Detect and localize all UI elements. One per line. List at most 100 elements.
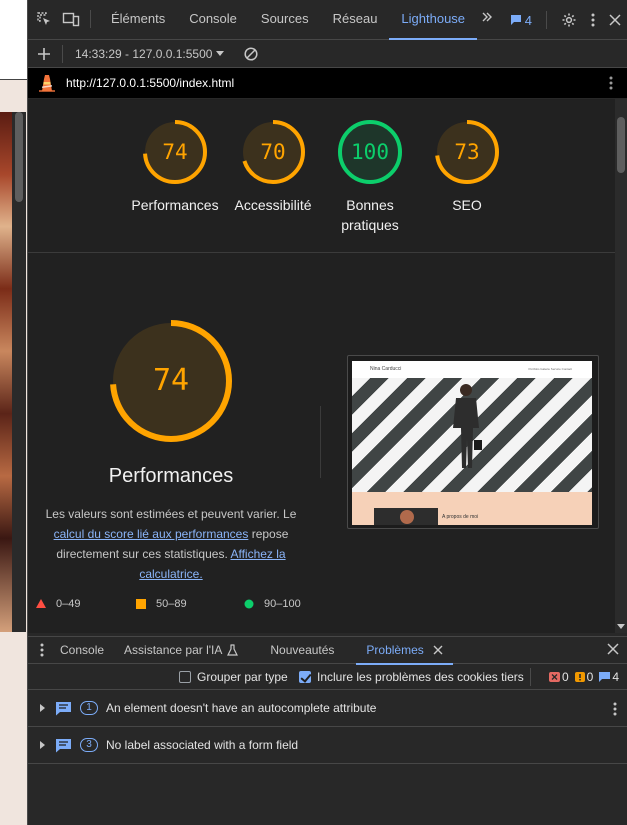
lighthouse-toolbar: 14:33:29 - 127.0.0.1:5500	[28, 40, 627, 68]
screenshot-portrait	[374, 508, 438, 525]
legend-average-range: 50–89	[156, 598, 187, 610]
group-by-type-label: Grouper par type	[197, 670, 288, 684]
drawer-tab-ai-assistance[interactable]: Assistance par l'IA	[114, 636, 248, 664]
score-performance[interactable]: 74 Performances	[120, 119, 230, 215]
include-cookies-checkbox[interactable]	[299, 671, 311, 683]
include-cookies-label: Inclure les problèmes des cookies tiers	[317, 670, 524, 684]
performance-big-gauge: 74	[109, 319, 233, 443]
toolbar2-separator	[62, 44, 63, 63]
score-value: 73	[454, 140, 480, 164]
score-seo[interactable]: 73 SEO	[412, 119, 522, 215]
toolbar-separator	[90, 10, 91, 28]
performance-big-score: 74	[152, 363, 190, 398]
score-label: Bonnes pratiques	[341, 197, 399, 233]
issues-toolbar: Grouper par type Inclure les problèmes d…	[28, 664, 627, 690]
drawer-tabbar: Console Assistance par l'IA Nouveautés P…	[28, 636, 627, 665]
tab-network[interactable]: Réseau	[321, 0, 390, 39]
page-scrollbar[interactable]	[12, 112, 26, 632]
warning-icon	[574, 672, 585, 682]
report-url: http://127.0.0.1:5500/index.html	[66, 76, 235, 90]
info-count-value: 4	[612, 670, 619, 684]
device-toolbar-icon[interactable]	[62, 11, 80, 27]
red-triangle-icon	[36, 599, 46, 608]
dropdown-caret-icon	[216, 50, 225, 56]
error-count: 0	[548, 670, 569, 684]
score-label: Performances	[131, 197, 219, 213]
close-devtools-icon[interactable]	[609, 14, 621, 26]
drawer-menu-icon[interactable]	[40, 643, 44, 657]
clear-reports-icon[interactable]	[244, 46, 259, 61]
tab-console[interactable]: Console	[177, 0, 249, 39]
drawer-tab-console-label: Console	[60, 643, 105, 657]
score-summary: 74 Performances 70 Accessibilité 100 Bon…	[28, 99, 615, 253]
score-value: 74	[162, 140, 188, 164]
performance-description: Les valeurs sont estimées et peuvent var…	[40, 504, 302, 584]
final-screenshot[interactable]: Nina Carducci Portfolio Galerie Service …	[347, 355, 599, 529]
screenshot-brand: Nina Carducci	[370, 366, 402, 372]
issue-message-icon	[56, 738, 71, 752]
more-tabs-icon[interactable]	[477, 0, 497, 39]
error-icon	[548, 672, 560, 682]
issue-row[interactable]: 1 An element doesn't have an autocomplet…	[28, 690, 627, 727]
legend-fail-range: 0–49	[56, 598, 81, 610]
report-selector[interactable]: 14:33:29 - 127.0.0.1:5500	[75, 46, 225, 61]
screenshot-nav: Nina Carducci Portfolio Galerie Service …	[352, 361, 592, 378]
page-scroll-thumb[interactable]	[15, 112, 23, 202]
group-by-type-checkbox[interactable]	[179, 671, 191, 683]
issues-count: 4	[524, 12, 532, 28]
score-gauge: 70	[240, 119, 306, 185]
drawer-tab-issues-label: Problèmes	[366, 643, 424, 657]
error-count-value: 0	[561, 670, 569, 684]
tab-lighthouse[interactable]: Lighthouse	[389, 0, 477, 40]
issue-title: No label associated with a form field	[106, 738, 299, 752]
flask-icon	[227, 644, 239, 656]
issue-title: An element doesn't have an autocomplete …	[106, 701, 377, 715]
issues-toolbar-separator	[530, 668, 531, 686]
devtools-topbar: Éléments Console Sources Réseau Lighthou…	[28, 0, 627, 40]
close-tab-icon[interactable]	[433, 645, 443, 655]
expand-caret-icon[interactable]	[40, 704, 45, 712]
tab-elements[interactable]: Éléments	[99, 0, 177, 39]
issue-row[interactable]: 3 No label associated with a form field	[28, 727, 627, 764]
legend-pass: 90–100	[244, 598, 301, 610]
report-selector-label: 14:33:29 - 127.0.0.1:5500	[75, 46, 213, 61]
drawer-tab-console[interactable]: Console	[50, 636, 114, 664]
screenshot-nav-links: Portfolio Galerie Service Contact	[528, 367, 572, 371]
inspected-page-strip	[0, 0, 28, 825]
close-drawer-icon[interactable]	[607, 643, 619, 658]
expand-caret-icon[interactable]	[40, 741, 45, 749]
performance-category: 74 Performances Les valeurs sont estimée…	[28, 319, 314, 584]
scroll-down-arrow-icon[interactable]	[617, 624, 625, 629]
report-url-bar: http://127.0.0.1:5500/index.html	[28, 68, 627, 98]
score-calculation-link[interactable]: calcul du score lié aux performances	[54, 527, 249, 541]
score-label: SEO	[452, 197, 482, 213]
score-gauge: 73	[434, 119, 500, 185]
report-scroll-thumb[interactable]	[617, 117, 625, 173]
score-accessibility[interactable]: 70 Accessibilité	[218, 119, 328, 215]
info-count: 4	[599, 670, 619, 684]
drawer-tab-whats-new[interactable]: Nouveautés	[260, 636, 344, 664]
drawer-tab-issues[interactable]: Problèmes	[356, 636, 454, 665]
issue-message-icon	[56, 701, 71, 715]
report-scrollbar[interactable]	[615, 99, 627, 633]
message-info-icon	[599, 672, 611, 682]
more-options-icon[interactable]	[591, 13, 595, 27]
score-gauge: 74	[142, 119, 208, 185]
issues-badge[interactable]: 4	[510, 13, 532, 28]
settings-gear-icon[interactable]	[561, 12, 577, 28]
performance-title: Performances	[108, 465, 234, 487]
screenshot-page: Nina Carducci Portfolio Galerie Service …	[352, 361, 592, 525]
score-best-practices[interactable]: 100 Bonnes pratiques	[315, 119, 425, 235]
inspect-element-icon[interactable]	[36, 11, 52, 27]
new-report-plus-icon[interactable]	[38, 47, 50, 60]
screenshot-person	[453, 384, 482, 468]
portrait-face	[400, 510, 414, 524]
screenshot-about-title: A propos de moi	[442, 514, 479, 520]
lighthouse-logo-icon	[38, 72, 56, 95]
green-circle-icon	[244, 599, 254, 609]
warning-count-value: 0	[586, 670, 594, 684]
tab-sources[interactable]: Sources	[249, 0, 321, 39]
report-menu-icon[interactable]	[609, 76, 613, 93]
issue-more-icon[interactable]	[613, 702, 617, 719]
page-white-area	[0, 0, 28, 80]
